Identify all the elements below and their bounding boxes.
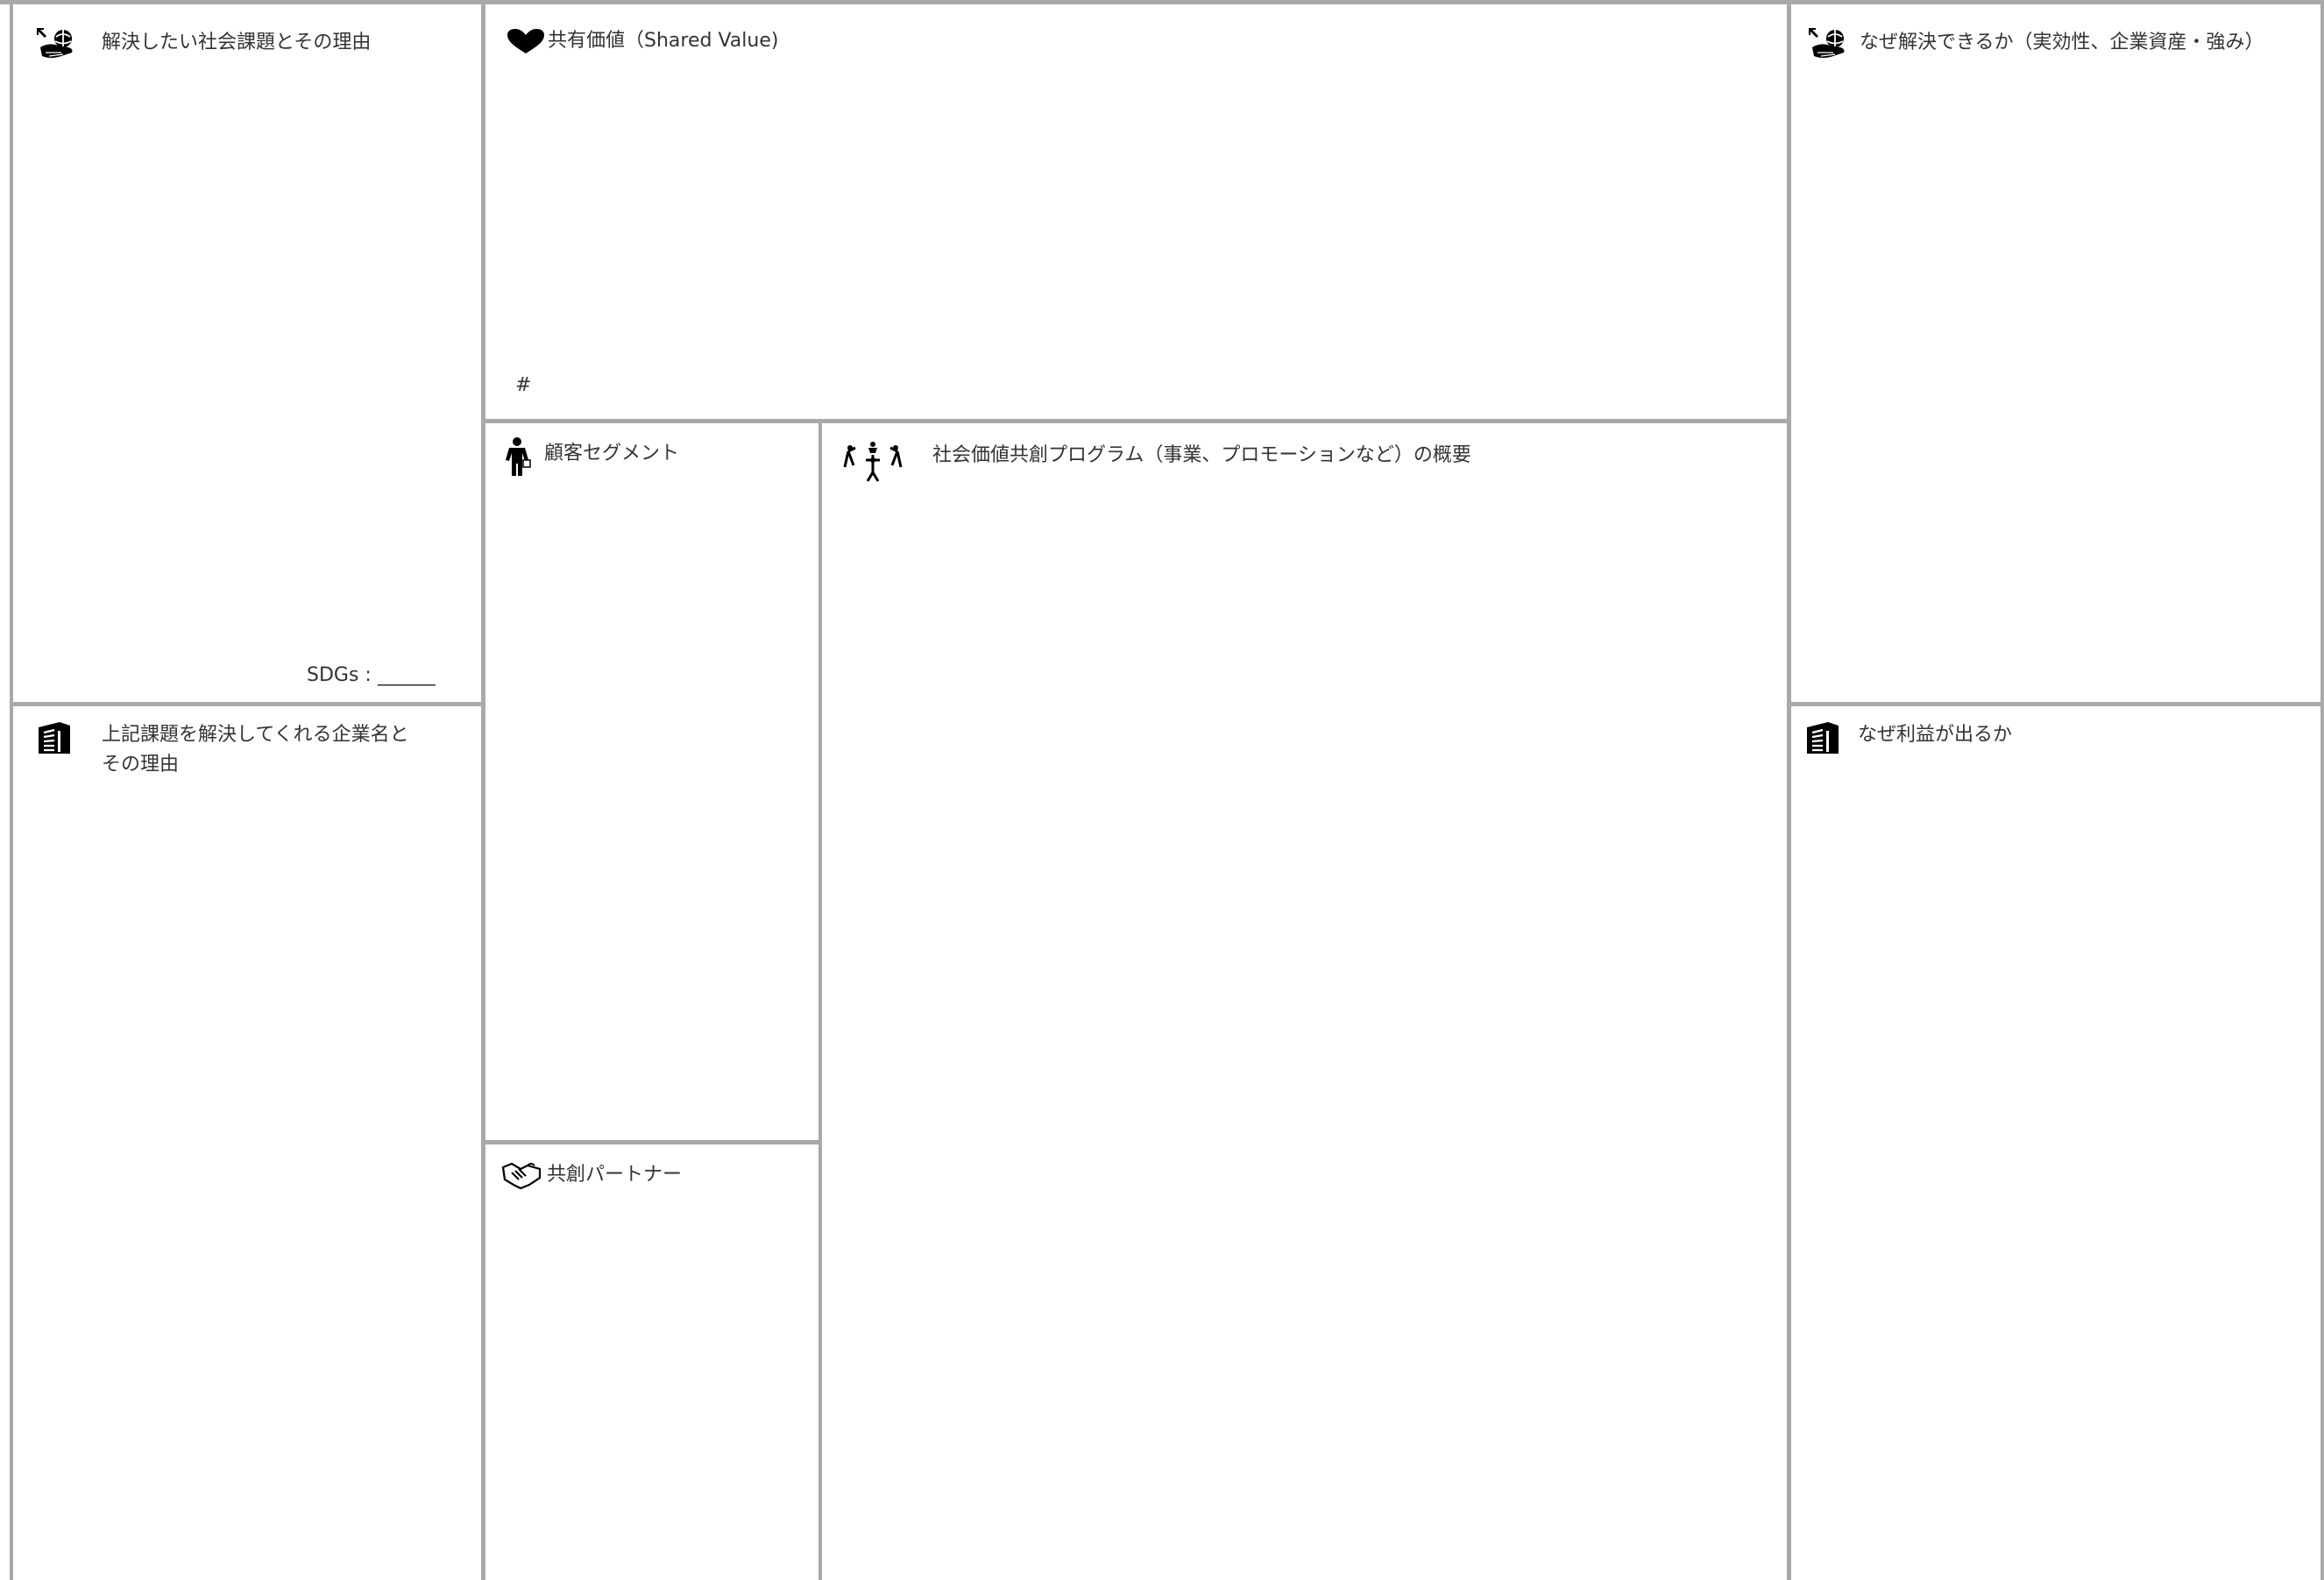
divider-center-row: [483, 419, 1789, 423]
shared-value-title: 共有価値（Shared Value): [548, 30, 779, 52]
why-solvable-header: なぜ解決できるか（実効性、企業資産・強み）: [1807, 28, 2315, 61]
customer-segment-title: 顧客セグメント: [544, 443, 680, 464]
social-issue-title: 解決したい社会課題とその理由: [102, 32, 372, 53]
co-creation-partner-header: 共創パートナー: [501, 1160, 812, 1192]
program-overview-header: 社会価値共創プログラム（事業、プロモーションなど）の概要: [843, 441, 1781, 490]
shared-value-hash: #: [515, 374, 532, 396]
company-title: 上記課題を解決してくれる企業名と その理由: [102, 724, 409, 776]
border-right: [2320, 0, 2324, 1580]
hand-with-globe-icon: [35, 26, 77, 61]
people-celebrating-icon: [843, 441, 903, 490]
why-solvable-title: なぜ解決できるか（実効性、企業資産・強み）: [1860, 32, 2264, 53]
shared-value-canvas: 解決したい社会課題とその理由 SDGs : ______ 上記課題を解決してくれ…: [0, 0, 2324, 1580]
shared-value-panel: 共有価値（Shared Value): [506, 26, 1776, 58]
heart-icon: [506, 28, 546, 58]
customer-segment-header: 顧客セグメント: [506, 437, 812, 478]
border-top: [0, 0, 2324, 4]
program-overview-title: 社会価値共創プログラム（事業、プロモーションなど）の概要: [932, 444, 1471, 466]
co-creation-partner-title: 共創パートナー: [547, 1164, 683, 1186]
why-solvable-panel: なぜ解決できるか（実効性、企業資産・強み）: [1807, 28, 2315, 61]
company-header: 上記課題を解決してくれる企業名と その理由: [35, 720, 473, 780]
person-icon: [506, 437, 532, 478]
shared-value-header: 共有価値（Shared Value): [506, 26, 1776, 58]
co-creation-partner-panel: 共創パートナー: [501, 1160, 812, 1192]
border-left: [10, 0, 13, 1580]
why-profitable-panel: なぜ利益が出るか: [1803, 720, 2312, 755]
social-issue-panel: 解決したい社会課題とその理由: [35, 28, 473, 61]
building-icon: [1803, 720, 1842, 755]
why-profitable-title: なぜ利益が出るか: [1858, 724, 2013, 746]
divider-segment-partner: [483, 1140, 820, 1144]
divider-col-2: [1787, 0, 1791, 1580]
social-issue-header: 解決したい社会課題とその理由: [35, 28, 473, 61]
why-profitable-header: なぜ利益が出るか: [1803, 720, 2312, 755]
divider-col-inner: [818, 419, 822, 1580]
building-icon: [35, 720, 74, 755]
divider-col-1: [481, 0, 485, 1580]
hand-with-globe-icon: [1807, 26, 1849, 61]
divider-left-row: [10, 702, 483, 706]
customer-segment-panel: 顧客セグメント: [506, 437, 812, 478]
program-overview-panel: 社会価値共創プログラム（事業、プロモーションなど）の概要: [843, 441, 1781, 490]
divider-right-row: [1789, 702, 2324, 706]
handshake-icon: [501, 1160, 542, 1192]
sdgs-label: SDGs : ______: [307, 664, 436, 686]
company-panel: 上記課題を解決してくれる企業名と その理由: [35, 720, 473, 780]
